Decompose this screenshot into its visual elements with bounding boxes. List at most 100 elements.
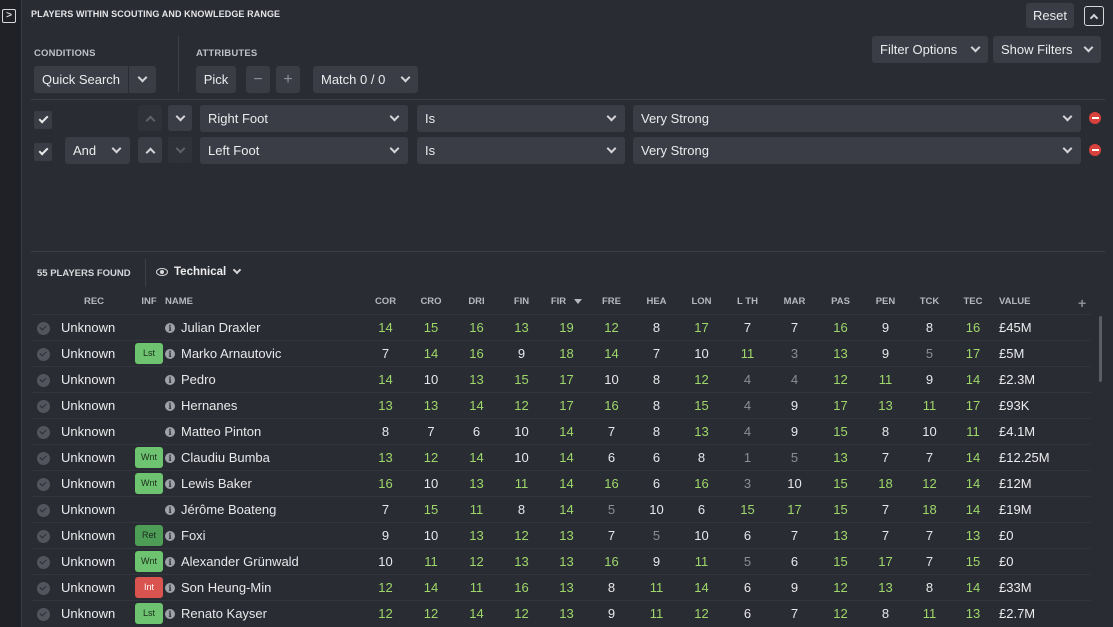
row-checkmark-icon[interactable] bbox=[36, 503, 50, 517]
remove-attribute-button[interactable]: − bbox=[246, 66, 270, 93]
status-badge[interactable]: Int bbox=[135, 576, 163, 598]
player-name[interactable]: Renato Kayser bbox=[181, 606, 267, 621]
table-row[interactable]: Unknown Wnt i Claudiu Bumba 13 12 14 10 14 6 6 8 1 5 1… bbox=[31, 444, 1091, 470]
status-badge[interactable]: Wnt bbox=[135, 446, 163, 468]
player-name-cell[interactable]: i Lewis Baker bbox=[165, 470, 363, 496]
pick-button[interactable]: Pick bbox=[196, 66, 236, 93]
info-icon[interactable]: i bbox=[165, 453, 175, 464]
status-badge[interactable]: Wnt bbox=[135, 550, 163, 572]
add-column-icon[interactable]: + bbox=[1078, 295, 1086, 311]
row-select-cell[interactable] bbox=[31, 340, 55, 366]
player-name-cell[interactable]: i Hernanes bbox=[165, 392, 363, 418]
row-select-cell[interactable] bbox=[31, 314, 55, 340]
filter-connector-dropdown[interactable]: And bbox=[65, 137, 130, 164]
column-header-fin[interactable]: FIN bbox=[499, 290, 544, 314]
column-header-value[interactable]: VALUE bbox=[995, 290, 1091, 314]
column-header-pen[interactable]: PEN bbox=[863, 290, 908, 314]
filter-options-dropdown[interactable]: Filter Options bbox=[872, 36, 988, 63]
row-checkmark-icon[interactable] bbox=[36, 477, 50, 491]
player-name-cell[interactable]: i Julian Draxler bbox=[165, 314, 363, 340]
table-row[interactable]: Unknown Int i Son Heung-Min 12 14 11 16 13 8 11 14 6… bbox=[31, 574, 1091, 600]
expand-sidebar-icon[interactable]: > bbox=[2, 9, 16, 23]
info-icon[interactable]: i bbox=[165, 427, 175, 438]
info-icon[interactable]: i bbox=[165, 401, 175, 412]
row-checkmark-icon[interactable] bbox=[36, 321, 50, 335]
player-name[interactable]: Matteo Pinton bbox=[181, 424, 261, 439]
status-badge[interactable]: Lst bbox=[135, 342, 163, 364]
filter-attribute-dropdown[interactable]: Left Foot bbox=[200, 137, 408, 164]
row-select-cell[interactable] bbox=[31, 574, 55, 600]
filter-operator-dropdown[interactable]: Is bbox=[417, 137, 625, 164]
column-header-cor[interactable]: COR bbox=[363, 290, 408, 314]
remove-filter-icon[interactable] bbox=[1089, 112, 1101, 124]
player-name-cell[interactable]: i Matteo Pinton bbox=[165, 418, 363, 444]
player-name-cell[interactable]: i Son Heung-Min bbox=[165, 574, 363, 600]
info-icon[interactable]: i bbox=[165, 583, 175, 594]
player-name-cell[interactable]: i Marko Arnautovic bbox=[165, 340, 363, 366]
column-header-dri[interactable]: DRI bbox=[454, 290, 499, 314]
collapse-panel-icon[interactable] bbox=[1084, 6, 1104, 26]
player-name[interactable]: Hernanes bbox=[181, 398, 237, 413]
filter-enabled-checkbox[interactable] bbox=[34, 111, 52, 129]
move-up-button[interactable] bbox=[138, 105, 162, 131]
player-name-cell[interactable]: i Claudiu Bumba bbox=[165, 444, 363, 470]
info-icon[interactable]: i bbox=[165, 609, 175, 620]
column-header-tck[interactable]: TCK bbox=[908, 290, 951, 314]
move-down-button[interactable] bbox=[168, 105, 192, 131]
status-badge[interactable]: Lst bbox=[135, 602, 163, 624]
row-select-cell[interactable] bbox=[31, 392, 55, 418]
column-header-inf[interactable]: INF bbox=[133, 290, 165, 314]
filter-value-dropdown[interactable]: Very Strong bbox=[633, 105, 1081, 132]
table-row[interactable]: Unknown i Jérôme Boateng 7 15 11 8 14 5 10 6 15 17 15… bbox=[31, 496, 1091, 522]
reset-button[interactable]: Reset bbox=[1026, 3, 1074, 28]
table-row[interactable]: Unknown Lst i Renato Kayser 12 12 14 12 13 9 11 12 6… bbox=[31, 600, 1091, 626]
status-badge[interactable]: Ret bbox=[135, 524, 163, 546]
info-icon[interactable]: i bbox=[165, 375, 175, 386]
move-down-button[interactable] bbox=[168, 137, 192, 163]
column-header-hea[interactable]: HEA bbox=[634, 290, 679, 314]
scrollbar[interactable] bbox=[1099, 316, 1102, 382]
add-attribute-button[interactable]: + bbox=[276, 66, 300, 93]
table-row[interactable]: Unknown Wnt i Alexander Grünwald 10 11 12 13 13 1… bbox=[31, 548, 1091, 574]
row-checkmark-icon[interactable] bbox=[36, 607, 50, 621]
column-header-pas[interactable]: PAS bbox=[818, 290, 863, 314]
filter-enabled-checkbox[interactable] bbox=[34, 143, 52, 161]
row-checkmark-icon[interactable] bbox=[36, 373, 50, 387]
row-checkmark-icon[interactable] bbox=[36, 347, 50, 361]
move-up-button[interactable] bbox=[138, 137, 162, 163]
player-name[interactable]: Foxi bbox=[181, 528, 206, 543]
row-select-cell[interactable] bbox=[31, 418, 55, 444]
column-header-lon[interactable]: LON bbox=[679, 290, 724, 314]
row-checkmark-icon[interactable] bbox=[36, 529, 50, 543]
row-checkmark-icon[interactable] bbox=[36, 399, 50, 413]
show-filters-dropdown[interactable]: Show Filters bbox=[993, 36, 1101, 63]
table-row[interactable]: Unknown i Pedro 14 10 13 15 17 10 8 12 4 4 12 11 9 14 £2.… bbox=[31, 366, 1091, 392]
row-select-cell[interactable] bbox=[31, 600, 55, 626]
info-icon[interactable]: i bbox=[165, 479, 175, 490]
column-header-fre[interactable]: FRE bbox=[589, 290, 634, 314]
row-checkmark-icon[interactable] bbox=[36, 451, 50, 465]
row-select-cell[interactable] bbox=[31, 522, 55, 548]
view-selector[interactable]: Technical bbox=[156, 265, 242, 278]
row-select-cell[interactable] bbox=[31, 470, 55, 496]
column-header-tec[interactable]: TEC bbox=[951, 290, 995, 314]
filter-value-dropdown[interactable]: Very Strong bbox=[633, 137, 1081, 164]
player-name[interactable]: Lewis Baker bbox=[181, 476, 252, 491]
player-name-cell[interactable]: i Pedro bbox=[165, 366, 363, 392]
info-icon[interactable]: i bbox=[165, 349, 175, 360]
player-name[interactable]: Alexander Grünwald bbox=[181, 554, 299, 569]
row-select-cell[interactable] bbox=[31, 496, 55, 522]
info-icon[interactable]: i bbox=[165, 505, 175, 516]
player-name[interactable]: Julian Draxler bbox=[181, 320, 260, 335]
info-icon[interactable]: i bbox=[165, 531, 175, 542]
quick-search-dropdown[interactable]: Quick Search bbox=[34, 66, 156, 93]
remove-filter-icon[interactable] bbox=[1089, 144, 1101, 156]
row-select-cell[interactable] bbox=[31, 548, 55, 574]
column-header-name[interactable]: NAME bbox=[165, 290, 363, 314]
row-select-cell[interactable] bbox=[31, 366, 55, 392]
info-icon[interactable]: i bbox=[165, 557, 175, 568]
table-row[interactable]: Unknown Ret i Foxi 9 10 13 12 13 7 5 10 6 7 13 7 7 13 £0 bbox=[31, 522, 1091, 548]
column-header-cro[interactable]: CRO bbox=[408, 290, 454, 314]
table-row[interactable]: Unknown i Matteo Pinton 8 7 6 10 14 7 8 13 4 9 15 8 10 1… bbox=[31, 418, 1091, 444]
column-header-rec[interactable]: REC bbox=[55, 290, 133, 314]
